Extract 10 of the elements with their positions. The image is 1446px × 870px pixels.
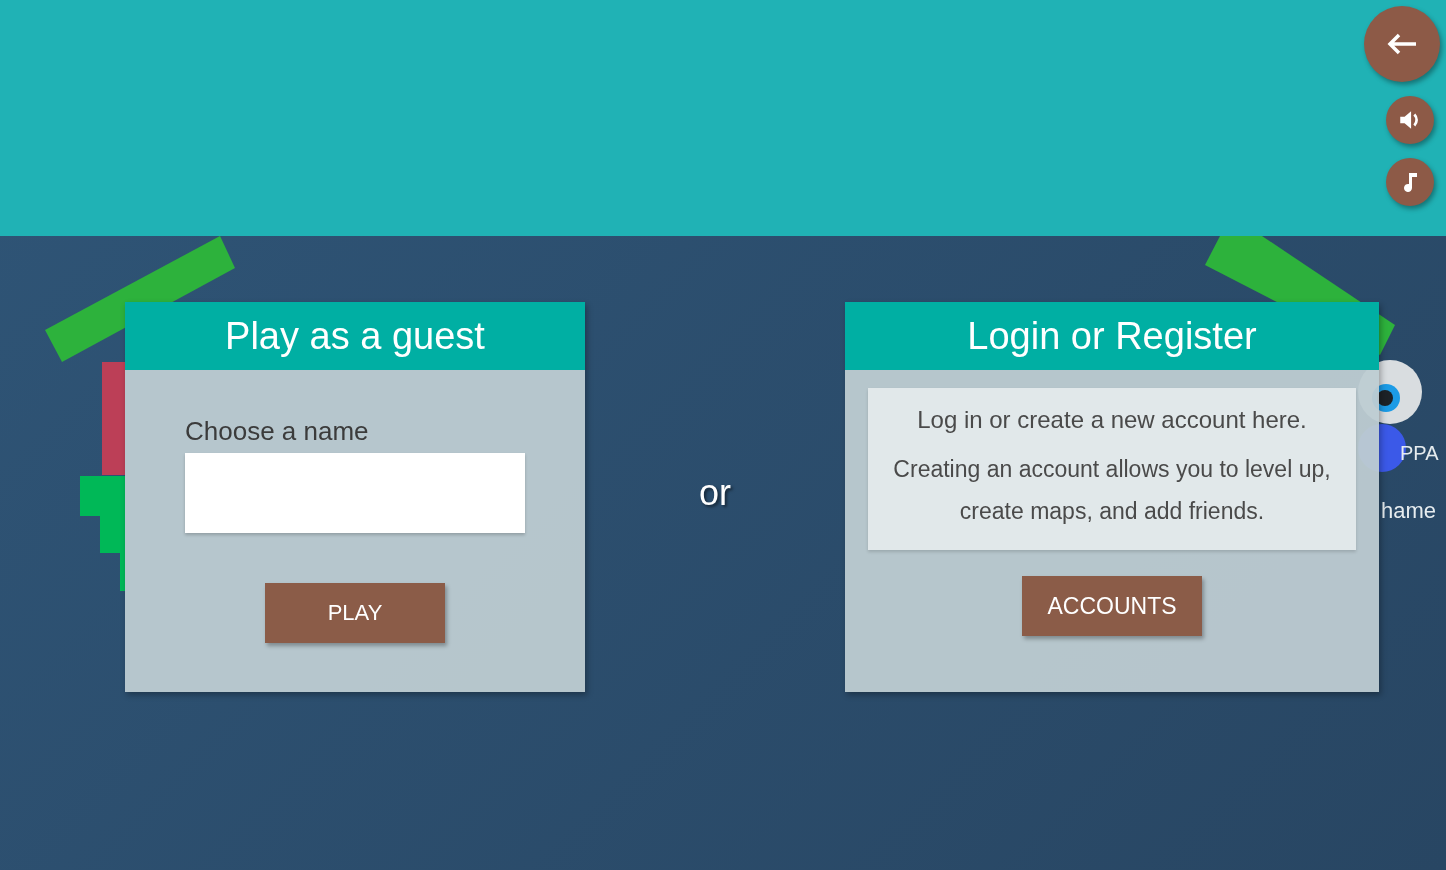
player-name-label: hame [1381, 498, 1437, 524]
play-button[interactable]: PLAY [265, 583, 445, 643]
description-text: Creating an account allows you to level up, create maps, and add friends. [892, 455, 1332, 526]
intro-text: Log in or create a new account here. [916, 406, 1308, 434]
field-label: Choose a name [185, 416, 370, 447]
accounts-button[interactable]: ACCOUNTS [1022, 576, 1202, 636]
panel-title: Login or Register [967, 314, 1257, 358]
panel-title: Play as a guest [225, 314, 485, 358]
separator-text: or [699, 472, 731, 515]
name-input-field[interactable] [185, 453, 525, 533]
